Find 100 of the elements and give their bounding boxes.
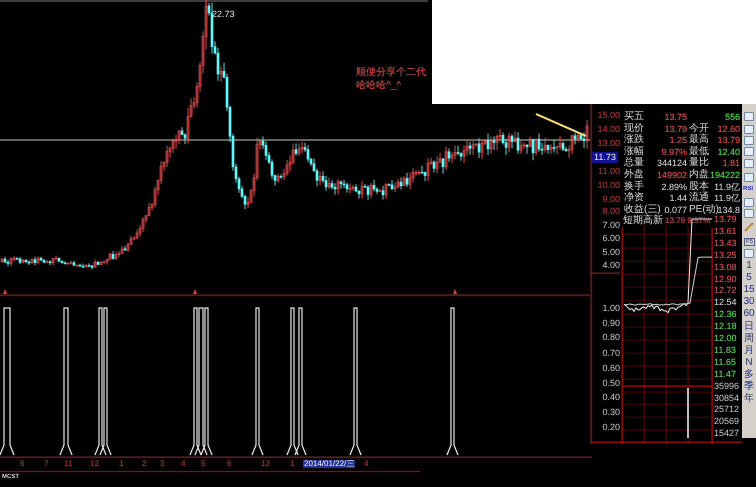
axis-label: 30854: [714, 394, 740, 402]
toolbar-icon[interactable]: [744, 249, 754, 258]
quote-label: 股本: [689, 182, 709, 192]
axis-label: 12.18: [714, 322, 738, 332]
date-label: 5: [201, 460, 206, 468]
date-label: 11: [64, 460, 72, 468]
axis-label: 20569: [714, 417, 740, 426]
quote-label: 最低: [689, 146, 709, 157]
quote-label: 今开: [689, 124, 709, 134]
price-axis-label: 9.00: [601, 195, 620, 204]
axis-label: 11.83: [714, 346, 737, 355]
peak-price-label: 22.73: [212, 10, 235, 19]
axis-label: 7.00: [601, 221, 620, 230]
period-button[interactable]: 5: [742, 273, 756, 284]
date-label: 1: [290, 460, 294, 468]
quote-label: 量比: [689, 158, 709, 168]
axis-label: 13.25: [714, 250, 738, 260]
price-axis-label: 8.00: [601, 207, 620, 216]
quote-value: 0.077: [664, 206, 687, 215]
quote-value: 9.97%: [661, 148, 687, 157]
quote-value: 12.40: [717, 148, 740, 157]
quote-label: 涨幅: [624, 146, 644, 157]
date-label: 2: [142, 460, 146, 468]
annotation-text: 顺便分享个二代: [356, 68, 426, 78]
axis-label: 13.43: [714, 238, 738, 248]
period-button[interactable]: 季: [742, 382, 756, 392]
quote-value: 149902: [656, 171, 687, 180]
date-label: 7: [44, 460, 48, 468]
quote-label: 换手: [624, 182, 644, 192]
period-button[interactable]: 日: [742, 322, 756, 332]
quote-value: 12.60: [717, 124, 740, 134]
period-button[interactable]: 60: [742, 309, 756, 320]
quote-value: 1.25: [669, 136, 687, 146]
axis-label: 0.80: [601, 333, 620, 342]
quote-value: 194222: [710, 171, 740, 180]
price-axis-label: 11.00: [597, 167, 620, 176]
axis-label: 0.40: [601, 393, 620, 402]
date-label: 1: [119, 460, 124, 468]
quote-value: 556: [724, 113, 740, 122]
price-axis-label: 14.00: [596, 125, 620, 134]
quote-value: 11.9亿: [714, 182, 740, 192]
annotation-text: 哈哈哈^_^: [356, 81, 401, 91]
axis-label: 0.70: [601, 349, 620, 358]
date-label: 6: [227, 460, 232, 468]
axis-label: 1.00: [601, 304, 620, 313]
quote-value: 2.89%: [661, 182, 687, 192]
trend-line: [536, 113, 586, 137]
quote-label: 买五: [624, 112, 644, 122]
quote-label: 净资: [624, 193, 644, 204]
quote-value: 1.44: [669, 194, 687, 204]
date-label: 2014/01/22/三: [303, 460, 356, 468]
axis-label: 0.30: [601, 408, 620, 417]
price-axis-label: 10.00: [596, 181, 620, 190]
period-button[interactable]: 月: [742, 346, 756, 356]
quote-value: 11.9亿: [714, 194, 740, 204]
axis-label: 11.47: [714, 370, 737, 379]
quote-value: 13.79: [717, 136, 740, 146]
axis-label: 6.00: [601, 234, 620, 243]
axis-label: 0.90: [601, 319, 620, 328]
date-label: 4: [181, 460, 186, 468]
price-axis-label: 15.00: [596, 111, 620, 120]
quote-label: 涨跌: [624, 135, 644, 146]
axis-label: 5.00: [601, 248, 620, 257]
date-label: 12: [90, 460, 99, 468]
period-button[interactable]: 1: [742, 261, 756, 271]
period-button[interactable]: 15: [742, 285, 756, 296]
axis-label: 15427: [714, 429, 740, 438]
price-axis-label: 13.00: [596, 139, 620, 148]
period-button[interactable]: 年: [742, 394, 756, 404]
axis-label: 25712: [714, 405, 740, 414]
axis-label: 13.08: [714, 262, 738, 272]
axis-label: 12.72: [714, 286, 738, 296]
date-label: 6: [20, 460, 24, 468]
period-button[interactable]: 30: [742, 297, 756, 308]
axis-label: 11.65: [714, 358, 737, 367]
axis-label: 12.54: [714, 298, 738, 308]
axis-label: 0.50: [601, 379, 620, 388]
quote-value: 13.75: [664, 113, 687, 122]
quote-label: 外盘: [624, 170, 644, 180]
period-button[interactable]: 多: [742, 370, 756, 380]
quote-label: 现价: [624, 124, 644, 134]
axis-label: 12.00: [714, 334, 738, 343]
date-label: 3: [160, 460, 164, 468]
quote-label: 流通: [689, 193, 709, 204]
triangle-marker-icon: [3, 289, 7, 294]
date-label: 12: [261, 460, 270, 468]
quote-value: 13.79: [664, 124, 687, 134]
quote-label: 总量: [624, 158, 644, 168]
axis-label: 0.60: [601, 364, 620, 373]
date-label: 4: [364, 460, 368, 468]
quote-label: 收益(三): [624, 204, 661, 215]
quote-label: 最高: [689, 135, 709, 146]
axis-label: 12.36: [714, 310, 738, 320]
period-button[interactable]: N: [742, 358, 756, 368]
pencil-icon[interactable]: [744, 222, 754, 232]
quote-value: 1.81: [722, 159, 740, 168]
axis-label: 12.90: [714, 274, 738, 284]
period-button[interactable]: 周: [742, 334, 756, 344]
quote-value: 134.8: [717, 206, 740, 215]
triangle-marker-icon: [193, 289, 197, 294]
